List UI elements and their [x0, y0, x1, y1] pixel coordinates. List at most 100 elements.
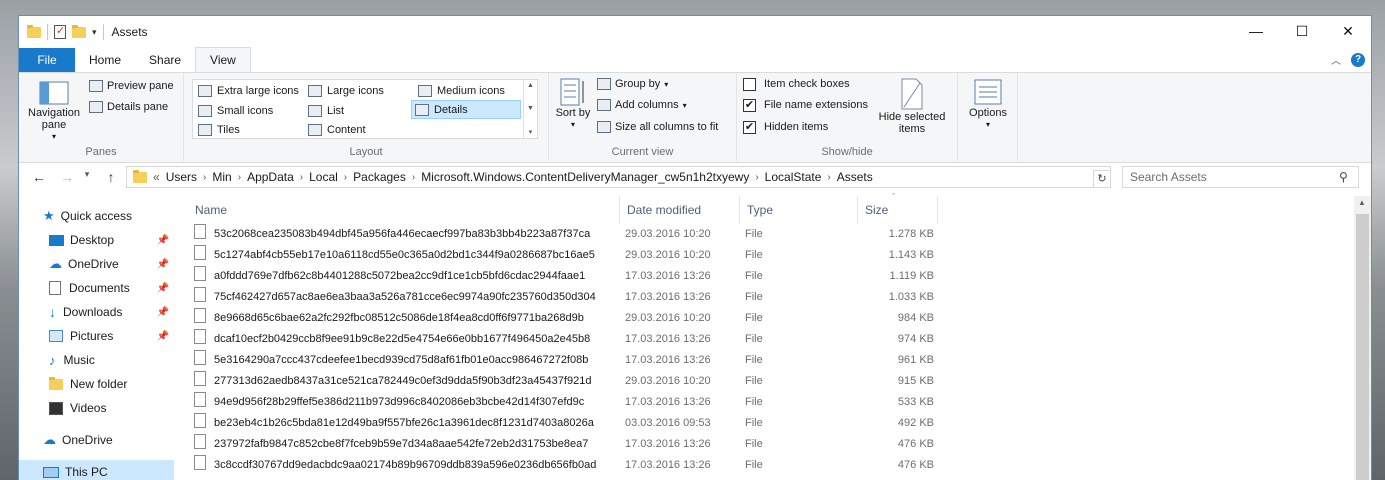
nav-onedrive-root[interactable]: ☁ OneDrive [43, 428, 173, 452]
scrollbar-thumb[interactable] [1356, 214, 1369, 480]
item-check-boxes-checkbox[interactable] [743, 77, 756, 91]
table-row[interactable]: 3c8ccdf30767dd9edacbdc9aa02174b89b96709d… [176, 455, 1371, 476]
breadcrumb-min[interactable]: Min [206, 170, 237, 184]
breadcrumb-package[interactable]: Microsoft.Windows.ContentDeliveryManager… [415, 170, 755, 184]
table-row[interactable]: 94e9d956f28b29ffef5e386d211b973d996c8402… [176, 392, 1371, 413]
pin-icon[interactable]: 📌 [157, 331, 169, 342]
pin-icon[interactable]: 📌 [157, 259, 169, 270]
nav-music[interactable]: ♪ Music [49, 348, 173, 372]
nav-downloads[interactable]: ↓ Downloads 📌 [49, 300, 173, 324]
table-row[interactable]: 237972fafb9847c852cbe8f7fceb9b59e7d34a8a… [176, 434, 1371, 455]
table-row[interactable]: 75cf462427d657ac8ae6ea3baa3a526a781cce6e… [176, 287, 1371, 308]
layout-details[interactable]: Details [411, 100, 521, 119]
column-header-type[interactable]: Type [740, 196, 858, 224]
table-row[interactable]: a0fddd769e7dfb62c8b4401288c5072bea2cc9df… [176, 266, 1371, 287]
close-button[interactable]: ✕ [1325, 16, 1371, 46]
table-row[interactable]: 5e3164290a7ccc437cdeefee1becd939cd75d8af… [176, 350, 1371, 371]
vertical-scrollbar[interactable]: ▲ [1354, 196, 1371, 480]
navigation-pane: ★ Quick access Desktop 📌 ☁ OneDrive 📌 Docume… [19, 196, 176, 480]
item-check-boxes-toggle[interactable]: Item check boxes [743, 74, 850, 94]
breadcrumb-assets[interactable]: Assets [831, 170, 879, 184]
hide-selected-items-button[interactable]: Hide selected items [877, 77, 947, 135]
nav-this-pc[interactable]: This PC [19, 460, 174, 480]
scroll-up-icon[interactable]: ▲ [1358, 198, 1366, 207]
table-row[interactable]: 8e9668d65c6bae62a2fc292fbc08512c5086de18… [176, 308, 1371, 329]
search-input[interactable]: Search Assets [1122, 166, 1359, 188]
table-row[interactable]: 53c2068cea235083b494dbf45a956fa446ecaecf… [176, 224, 1371, 245]
add-columns-button[interactable]: Add columns ▾ [597, 95, 687, 115]
options-button[interactable]: Options ▾ [962, 77, 1014, 131]
file-name-extensions-checkbox[interactable]: ✔ [743, 98, 756, 112]
size-all-columns-button[interactable]: Size all columns to fit [597, 117, 718, 137]
back-button[interactable]: ← [27, 169, 51, 185]
group-by-button[interactable]: Group by ▾ [597, 74, 668, 94]
breadcrumb-users[interactable]: Users [160, 170, 203, 184]
recent-locations-icon[interactable]: ▾ [75, 169, 99, 180]
nav-documents[interactable]: Documents 📌 [49, 276, 173, 300]
layout-gallery-scroll[interactable]: ▲ ▼ ▾ [523, 80, 537, 138]
hidden-items-toggle[interactable]: ✔ Hidden items [743, 117, 828, 137]
breadcrumb-packages[interactable]: Packages [347, 170, 412, 184]
nav-new-folder[interactable]: New folder [49, 372, 173, 396]
layout-tiles[interactable]: Tiles [195, 120, 243, 139]
file-name-extensions-label: File name extensions [764, 99, 868, 111]
pin-icon[interactable]: 📌 [157, 235, 169, 246]
sort-by-button[interactable]: Sort by ▾ [555, 77, 591, 131]
details-pane-button[interactable]: Details pane [89, 97, 168, 117]
table-row[interactable]: 277313d62aedb8437a31ce521ca782449c0ef3d9… [176, 371, 1371, 392]
help-icon[interactable]: ? [1351, 52, 1365, 67]
breadcrumb-localstate[interactable]: LocalState [759, 170, 828, 184]
expand-ribbon-icon[interactable]: ︿ [1331, 52, 1341, 67]
layout-extra-large-icons[interactable]: Extra large icons [195, 81, 302, 100]
table-row[interactable]: 5c1274abf4cb55eb17e10a6118cd55e0c365a0d2… [176, 245, 1371, 266]
date-modified-cell: 17.03.2016 13:26 [625, 270, 711, 282]
layout-medium-icons[interactable]: Medium icons [415, 81, 508, 100]
layout-list[interactable]: List [305, 101, 347, 120]
properties-icon[interactable] [54, 24, 66, 39]
nav-label: Quick access [60, 209, 133, 223]
table-row[interactable]: be23eb4c1b26c5bda81e12d49ba9f557bfe26c1a… [176, 413, 1371, 434]
breadcrumb-appdata[interactable]: AppData [241, 170, 300, 184]
maximize-button[interactable]: ☐ [1279, 16, 1325, 46]
tab-share[interactable]: Share [135, 48, 195, 72]
breadcrumb-local[interactable]: Local [303, 170, 344, 184]
layout-large-icons[interactable]: Large icons [305, 81, 387, 100]
layout-small-icons[interactable]: Small icons [195, 101, 276, 120]
column-header-size[interactable]: Size [858, 196, 938, 224]
scroll-up-icon[interactable]: ▲ [527, 82, 534, 89]
nav-quick-access[interactable]: ★ Quick access [43, 204, 173, 228]
size-cell: 492 KB [897, 417, 934, 429]
column-header-name[interactable]: Name [188, 196, 620, 224]
hidden-items-checkbox[interactable]: ✔ [743, 120, 756, 134]
pin-icon[interactable]: 📌 [157, 283, 169, 294]
new-folder-icon[interactable] [72, 24, 86, 38]
nav-desktop[interactable]: Desktop 📌 [49, 228, 173, 252]
tab-file[interactable]: File [19, 48, 75, 72]
nav-onedrive[interactable]: ☁ OneDrive 📌 [49, 252, 173, 276]
minimize-button[interactable]: — [1233, 16, 1279, 46]
refresh-icon[interactable]: ↻ [1093, 170, 1111, 188]
customize-qat-icon[interactable]: ▾ [92, 27, 97, 38]
nav-pictures[interactable]: Pictures 📌 [49, 324, 173, 348]
nav-videos[interactable]: Videos [49, 396, 173, 420]
nav-label: Documents [69, 281, 130, 295]
preview-pane-label: Preview pane [107, 80, 174, 92]
navigation-pane-button[interactable]: Navigation pane ▾ [25, 79, 83, 143]
column-header-date[interactable]: Date modified [620, 196, 740, 224]
expand-icon[interactable]: ▾ [529, 128, 533, 136]
pin-icon[interactable]: 📌 [157, 307, 169, 318]
scroll-down-icon[interactable]: ▼ [527, 105, 534, 112]
tab-view[interactable]: View [195, 47, 251, 72]
layout-content[interactable]: Content [305, 120, 369, 139]
search-icon[interactable]: ⚲ [1339, 170, 1348, 184]
navigation-pane-label: Navigation pane [28, 107, 80, 131]
up-button[interactable]: ↑ [99, 169, 123, 185]
type-cell: File [745, 333, 763, 345]
file-name-extensions-toggle[interactable]: ✔ File name extensions [743, 95, 868, 115]
table-row[interactable]: dcaf10ecf2b0429ccb8f9ee91b9c8e22d5e4754e… [176, 329, 1371, 350]
preview-pane-button[interactable]: Preview pane [89, 76, 174, 96]
address-bar[interactable]: « Users › Min › AppData › Local › Packages › … [126, 166, 1111, 188]
date-modified-cell: 17.03.2016 13:26 [625, 291, 711, 303]
overflow-chevron[interactable]: « [153, 170, 160, 184]
tab-home[interactable]: Home [75, 48, 135, 72]
